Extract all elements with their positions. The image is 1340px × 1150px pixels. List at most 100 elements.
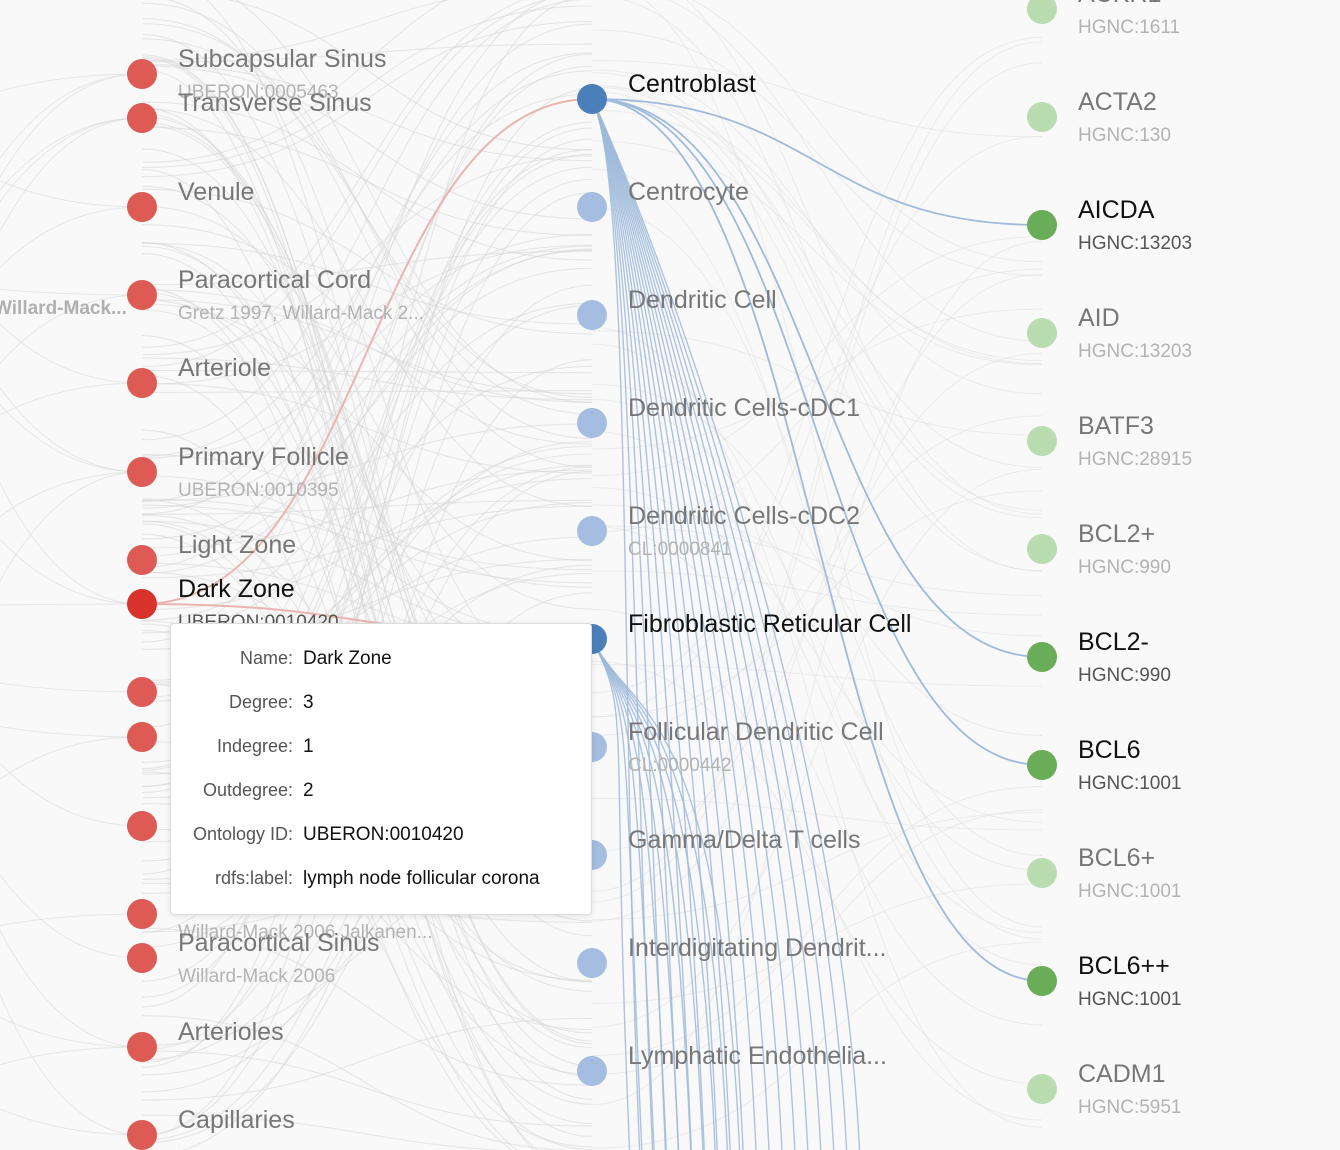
left-node-venule[interactable] [127,192,157,222]
link-background [0,1108,143,1136]
right-node-label: AID [1078,304,1120,332]
left-node-label: Light Zone [178,531,296,559]
left-node-label: Arterioles [178,1018,284,1046]
link-background [0,929,143,1048]
tooltip-row-outdegree: Outdegree: 2 [171,780,591,824]
link-background [0,206,143,269]
right-node-label: BCL2- [1078,628,1149,656]
right-node-cadm1[interactable] [1027,1074,1057,1104]
left-node-arteriole[interactable] [127,368,157,398]
tooltip-value: 2 [303,780,314,801]
left-node-paracortical-sinus[interactable] [127,899,157,929]
link-background [0,762,143,827]
link-background [0,603,143,606]
left-node-dark-zone[interactable] [127,589,157,619]
left-node-transverse-sinus[interactable] [127,103,157,133]
tooltip-row-rdfs-label: rdfs:label: lymph node follicular corona [171,868,591,912]
middle-node-dendritic-cell[interactable] [577,300,607,330]
right-node-bcl6[interactable] [1027,750,1057,780]
middle-node-dendritic-cells-cdc2[interactable] [577,516,607,546]
right-node-label: ACKR1 [1078,0,1161,8]
left-node-label: Venule [178,178,254,206]
link-background [227,0,593,151]
link-background [0,382,143,416]
right-node-label: BCL6+ [1078,844,1155,872]
right-node-sublabel: HGNC:1611 [1078,17,1180,38]
right-node-sublabel: HGNC:990 [1078,557,1171,578]
left-node-capillaries[interactable] [127,1120,157,1150]
right-node-label: BCL2+ [1078,520,1155,548]
right-node-acta2[interactable] [1027,102,1057,132]
right-node-aid[interactable] [1027,318,1057,348]
tooltip-row-ontology-id: Ontology ID: UBERON:0010420 [171,824,591,868]
link-background [0,873,143,959]
link-background [0,288,143,296]
right-node-sublabel: HGNC:1001 [1078,881,1182,902]
tooltip-key: Degree: [228,692,293,712]
sankey-graph: Subcapsular SinusUBERON:0005463Transvers… [0,0,1192,1150]
link-background [0,73,143,179]
link-background [0,682,143,693]
right-node-label: BATF3 [1078,412,1154,440]
left-node-label: Dark Zone [178,575,295,603]
right-node-bcl2[interactable] [1027,642,1057,672]
left-node-label: Paracortical Cord [178,266,371,294]
left-node-interfollicular-cortex[interactable] [127,811,157,841]
node-tooltip: Name: Dark Zone Degree: 3 Indegree: 1 Ou… [170,623,592,915]
middle-node-label: Centroblast [628,70,756,98]
left-node-marginal-zone[interactable] [127,722,157,752]
left-node-paracortical-cord[interactable] [127,280,157,310]
right-node-label: BCL6++ [1078,952,1170,980]
left-node-subcapsular-sinus[interactable] [127,59,157,89]
left-node-primary-follicle[interactable] [127,457,157,487]
right-node-batf3[interactable] [1027,426,1057,456]
right-node-label: BCL6 [1078,736,1141,764]
link-background [0,403,143,473]
tooltip-row-indegree: Indegree: 1 [171,736,591,780]
left-node-paracortical-sinus[interactable] [127,943,157,973]
right-node-bcl2[interactable] [1027,534,1057,564]
left-node-light-zone[interactable] [127,545,157,575]
right-node-sublabel: HGNC:130 [1078,125,1171,146]
left-node-label: Subcapsular Sinus [178,45,386,73]
tooltip-value: 3 [303,692,314,713]
link-background [591,29,1043,277]
middle-node-label: Interdigitating Dendrit... [628,934,886,962]
right-node-bcl6[interactable] [1027,858,1057,888]
right-node-sublabel: HGNC:28915 [1078,449,1192,470]
tooltip-value: UBERON:0010420 [303,824,464,845]
middle-node-label: Follicular Dendritic Cell [628,718,884,746]
background-links [0,0,1043,1150]
middle-node-label: Dendritic Cells-cDC1 [628,394,860,422]
link-background [0,180,143,208]
left-node-sublabel: UBERON:0010395 [178,480,339,501]
tooltip-key: Ontology ID: [192,824,293,844]
tooltip-value: lymph node follicular corona [303,868,540,889]
right-node-ackr1[interactable] [1027,0,1057,24]
left-node-arterioles[interactable] [127,1032,157,1062]
link-background [0,117,143,233]
tooltip-key: rdfs:label: [214,868,293,888]
link-background [691,0,1043,263]
middle-node-label: Dendritic Cell [628,286,777,314]
middle-node-centrocyte[interactable] [577,192,607,222]
right-node-label: AICDA [1078,196,1155,224]
middle-node-sublabel: CL:0000841 [628,539,732,560]
tooltip-row-name: Name: Dark Zone [171,648,591,692]
right-node-sublabel: HGNC:13203 [1078,341,1192,362]
link-background [0,294,143,365]
link-background [0,471,143,518]
left-node-mantle-zone[interactable] [127,677,157,707]
tooltip-key: Name: [239,648,293,668]
middle-node-lymphatic-endothelia[interactable] [577,1056,607,1086]
middle-node-label: Lymphatic Endothelia... [628,1042,887,1070]
right-node-aicda[interactable] [1027,210,1057,240]
right-node-sublabel: HGNC:1001 [1078,773,1182,794]
middle-node-dendritic-cells-cdc1[interactable] [577,408,607,438]
middle-node-interdigitating-dendrit[interactable] [577,948,607,978]
middle-node-label: Fibroblastic Reticular Cell [628,610,911,638]
right-node-sublabel: HGNC:13203 [1078,233,1192,254]
right-node-bcl6[interactable] [1027,966,1057,996]
left-node-label: Transverse Sinus [178,89,372,117]
middle-node-centroblast[interactable] [577,84,607,114]
